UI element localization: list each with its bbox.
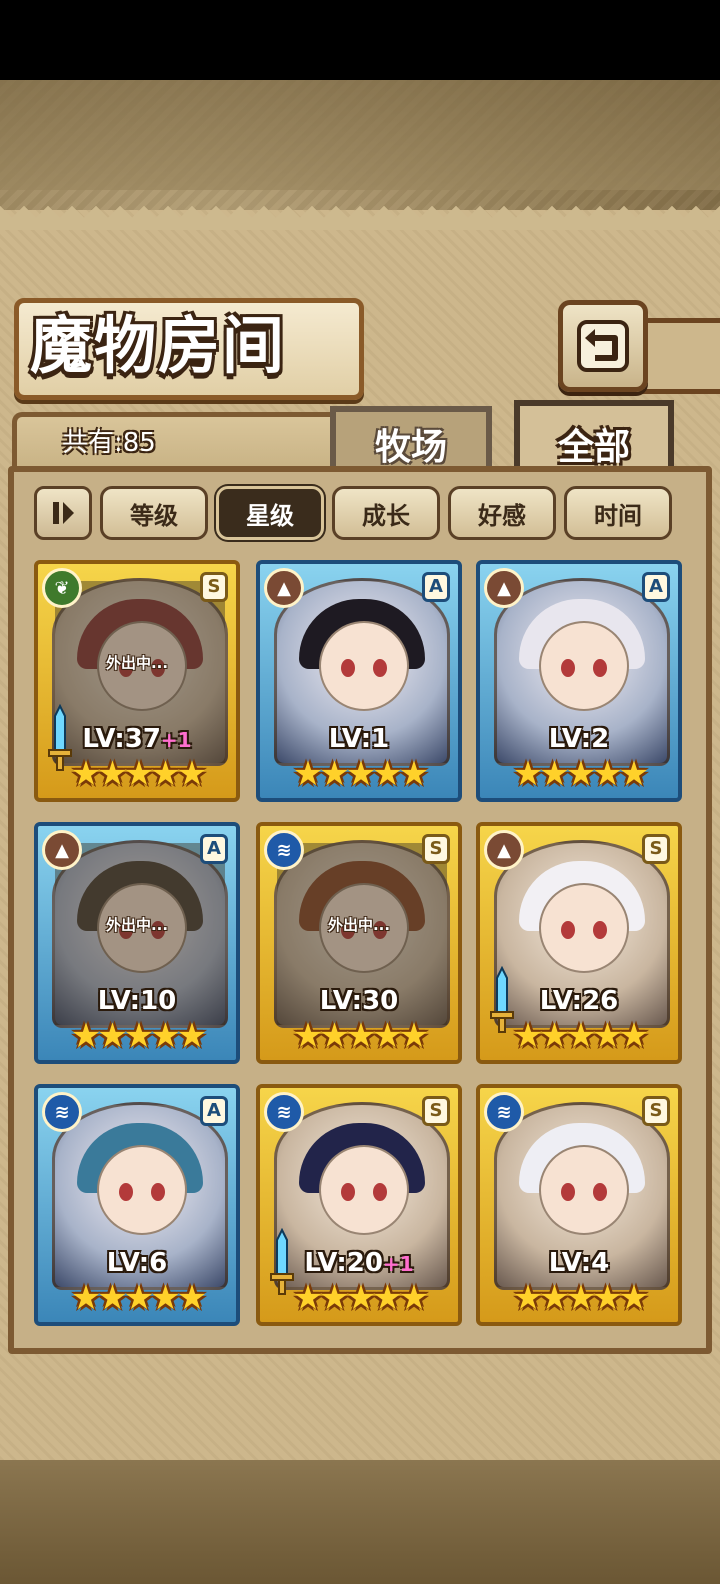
rank-badge: A (422, 572, 450, 602)
level-label: LV:10 (38, 986, 236, 1016)
panel-top-edge (0, 206, 720, 230)
monster-card[interactable]: ▲ A 外出中... LV:10 ★★★★★ (34, 822, 240, 1064)
star-rating: ★★★★★ (512, 1278, 649, 1318)
earth-element-icon: ▲ (42, 830, 82, 870)
monster-card[interactable]: ≋ A LV:6 ★★★★★ (34, 1084, 240, 1326)
level-value: LV:10 (97, 986, 177, 1016)
level-label: LV:37+1 (38, 724, 236, 754)
water-element-icon: ≋ (484, 1092, 524, 1132)
rank-badge: A (200, 1096, 228, 1126)
filter-level[interactable]: 等级 (100, 486, 208, 540)
level-label: LV:2 (480, 724, 678, 754)
monster-eye (561, 1183, 575, 1201)
star-rating: ★★★★★ (512, 1016, 649, 1056)
filter-affection[interactable]: 好感 (448, 486, 556, 540)
star-rating: ★★★★★ (292, 1016, 429, 1056)
monster-card[interactable]: ▲ A LV:1 ★★★★★ (256, 560, 462, 802)
level-value: LV:2 (548, 724, 610, 754)
level-bonus: +1 (382, 1252, 414, 1276)
level-label: LV:26 (480, 986, 678, 1016)
filter-growth[interactable]: 成长 (332, 486, 440, 540)
monster-eye (593, 659, 607, 677)
level-bonus: +1 (160, 728, 192, 752)
rank-badge: S (200, 572, 228, 602)
filter-time[interactable]: 时间 (564, 486, 672, 540)
water-element-icon: ≋ (42, 1092, 82, 1132)
grass-element-icon: ❦ (42, 568, 82, 608)
level-label: LV:6 (38, 1248, 236, 1278)
page-title: 魔物房间 (30, 309, 287, 382)
earth-element-icon: ▲ (484, 568, 524, 608)
level-value: LV:20 (304, 1248, 383, 1278)
earth-element-icon: ▲ (264, 568, 304, 608)
star-rating: ★★★★★ (70, 1016, 207, 1056)
back-button[interactable] (558, 300, 648, 392)
level-value: LV:4 (548, 1248, 610, 1278)
monster-eye (373, 1183, 387, 1201)
monster-eye (341, 659, 355, 677)
monster-card[interactable]: ≋ S LV:4 ★★★★★ (476, 1084, 682, 1326)
star-rating: ★★★★★ (292, 1278, 429, 1318)
level-value: LV:1 (328, 724, 390, 754)
star-rating: ★★★★★ (70, 1278, 207, 1318)
level-label: LV:4 (480, 1248, 678, 1278)
star-rating: ★★★★★ (512, 754, 649, 794)
return-arrow-icon (577, 320, 629, 372)
level-label: LV:20+1 (260, 1248, 458, 1278)
rank-badge: S (642, 1096, 670, 1126)
rank-badge: S (422, 1096, 450, 1126)
monster-card[interactable]: ❦ S 外出中... LV:37+1 ★★★★★ (34, 560, 240, 802)
monster-eye (341, 1183, 355, 1201)
star-rating: ★★★★★ (70, 754, 207, 794)
away-status: 外出中... (105, 654, 169, 672)
monster-face (539, 883, 629, 973)
bottom-map-band (0, 1460, 720, 1584)
water-element-icon: ≋ (264, 1092, 304, 1132)
top-map-band (0, 80, 720, 190)
monster-eye (593, 921, 607, 939)
monster-card[interactable]: ▲ S LV:26 ★★★★★ (476, 822, 682, 1064)
monster-face (539, 621, 629, 711)
sort-order-toggle[interactable] (34, 486, 92, 540)
rank-badge: S (642, 834, 670, 864)
rank-badge: S (422, 834, 450, 864)
water-element-icon: ≋ (264, 830, 304, 870)
sort-toggle-icon (53, 502, 74, 524)
monster-eye (561, 921, 575, 939)
level-value: LV:30 (319, 986, 399, 1016)
away-status: 外出中... (105, 916, 169, 934)
monster-face (319, 621, 409, 711)
rank-badge: A (200, 834, 228, 864)
monster-card[interactable]: ▲ A LV:2 ★★★★★ (476, 560, 682, 802)
level-value: LV:26 (539, 986, 619, 1016)
level-label: LV:30 (260, 986, 458, 1016)
monster-eye (151, 1183, 165, 1201)
level-label: LV:1 (260, 724, 458, 754)
monster-eye (593, 1183, 607, 1201)
away-status: 外出中... (327, 916, 391, 934)
monster-face (319, 1145, 409, 1235)
earth-element-icon: ▲ (484, 830, 524, 870)
rank-badge: A (642, 572, 670, 602)
monster-card[interactable]: ≋ S LV:20+1 ★★★★★ (256, 1084, 462, 1326)
monster-eye (119, 1183, 133, 1201)
back-rail (640, 318, 720, 394)
monster-eye (561, 659, 575, 677)
monster-card[interactable]: ≋ S 外出中... LV:30 ★★★★★ (256, 822, 462, 1064)
level-value: LV:37 (82, 724, 161, 754)
monster-face (97, 1145, 187, 1235)
level-value: LV:6 (106, 1248, 168, 1278)
star-rating: ★★★★★ (292, 754, 429, 794)
filter-stars[interactable]: 星级 (216, 486, 324, 540)
monster-face (539, 1145, 629, 1235)
monster-eye (373, 659, 387, 677)
monster-count: 共有:85 (62, 428, 156, 458)
